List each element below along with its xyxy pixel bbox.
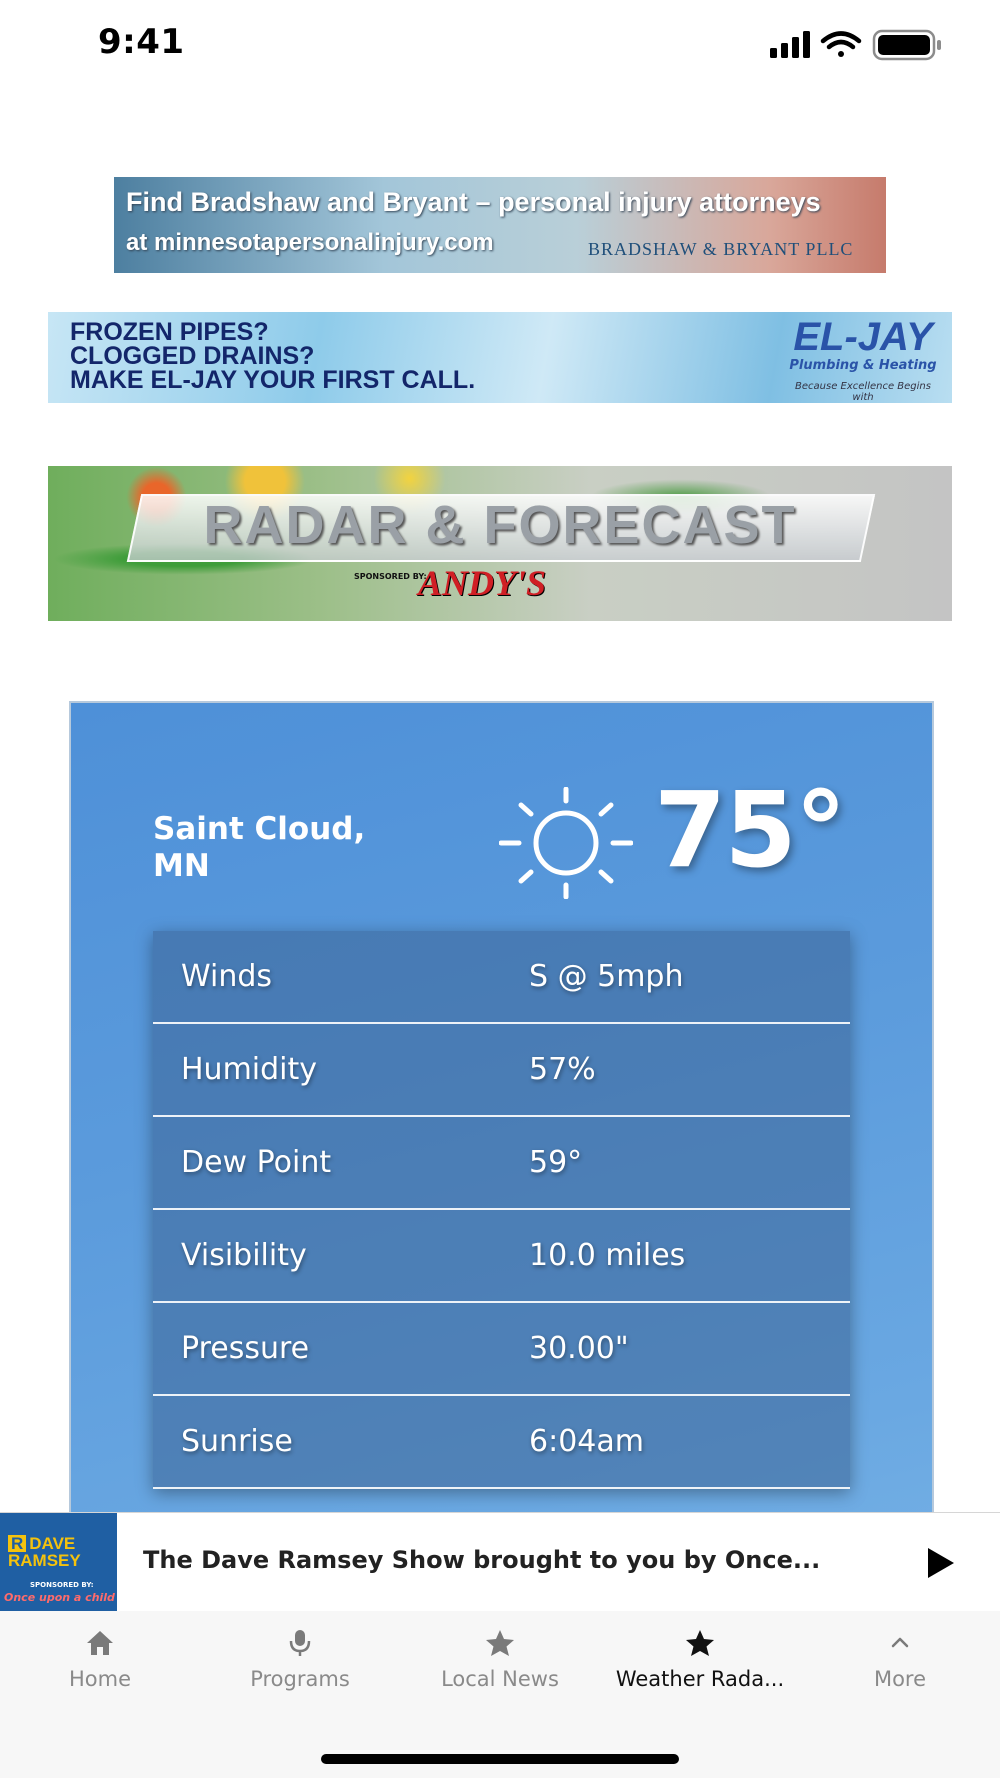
el-jay-logo-sub: Plumbing & Heating [789, 358, 937, 373]
star-icon [686, 1630, 714, 1656]
condition-row-dew-point: Dew Point 59° [153, 1117, 850, 1210]
tab-label: More [873, 1667, 927, 1691]
star-icon [486, 1630, 514, 1656]
tab-label: Weather Rada... [615, 1667, 785, 1691]
condition-row-humidity: Humidity 57% [153, 1024, 850, 1117]
home-indicator [321, 1754, 679, 1764]
condition-value: S @ 5mph [529, 959, 684, 994]
condition-row-visibility: Visibility 10.0 miles [153, 1210, 850, 1303]
microphone-icon [289, 1630, 311, 1656]
play-button[interactable] [920, 1543, 960, 1583]
conditions-table: Winds S @ 5mph Humidity 57% Dew Point 59… [153, 931, 850, 1489]
condition-row-pressure: Pressure 30.00" [153, 1303, 850, 1396]
chevron-up-icon [891, 1637, 909, 1648]
condition-value: 59° [529, 1145, 583, 1180]
weather-location: Saint Cloud, MN [153, 811, 366, 884]
tab-weather-radar[interactable]: Weather Rada... [600, 1629, 800, 1709]
radar-sponsor-label: SPONSORED BY: [354, 572, 427, 581]
condition-value: 30.00" [529, 1331, 629, 1366]
ad-brand-logo: BRADSHAW & BRYANT PLLC [588, 239, 854, 259]
condition-value: 57% [529, 1052, 596, 1087]
ad-url: at minnesotapersonalinjury.com [126, 229, 494, 256]
ad-line-1: FROZEN PIPES? [70, 318, 269, 346]
status-icons [770, 29, 941, 61]
play-icon [928, 1548, 954, 1578]
weather-temperature: 75° [654, 769, 847, 891]
tab-more[interactable]: More [800, 1629, 1000, 1709]
condition-value: 10.0 miles [529, 1238, 686, 1273]
ramsey-badge-icon: R [8, 1535, 27, 1552]
ad-line-2: CLOGGED DRAINS? [70, 342, 315, 370]
ad-line-3: MAKE EL-JAY YOUR FIRST CALL. [70, 366, 476, 394]
condition-label: Dew Point [181, 1145, 332, 1180]
radar-title: RADAR & FORECAST [203, 495, 797, 555]
ad-headline: Find Bradshaw and Bryant – personal inju… [126, 187, 821, 217]
condition-label: Humidity [181, 1052, 318, 1087]
now-playing-bar[interactable]: R DAVE RAMSEY SPONSORED BY: Once upon a c… [0, 1512, 1000, 1612]
sun-icon [499, 787, 633, 899]
now-playing-artwork: R DAVE RAMSEY SPONSORED BY: Once upon a c… [0, 1513, 117, 1611]
home-icon [87, 1631, 113, 1655]
ad-banner-el-jay[interactable]: FROZEN PIPES? CLOGGED DRAINS? MAKE EL-JA… [48, 312, 952, 403]
tab-programs[interactable]: Programs [200, 1629, 400, 1709]
now-playing-title[interactable]: The Dave Ramsey Show brought to you by O… [143, 1546, 863, 1574]
radar-sponsor-logo: ANDY'S [418, 563, 547, 603]
condition-label: Sunrise [181, 1424, 293, 1459]
condition-row-sunrise: Sunrise 6:04am [153, 1396, 850, 1489]
tab-local-news[interactable]: Local News [400, 1629, 600, 1709]
tab-home[interactable]: Home [0, 1629, 200, 1709]
ad-banner-bradshaw-bryant[interactable]: Find Bradshaw and Bryant – personal inju… [114, 177, 886, 273]
condition-label: Pressure [181, 1331, 310, 1366]
artwork-sponsor-brand: Once upon a child [4, 1591, 115, 1604]
el-jay-tagline: Because Excellence Begins with [795, 381, 931, 403]
tab-label: Programs [250, 1667, 350, 1691]
wifi-icon [820, 31, 862, 57]
tab-label: Local News [441, 1667, 559, 1691]
radar-forecast-banner[interactable]: RADAR & FORECAST SPONSORED BY: ANDY'S [48, 466, 952, 621]
cellular-signal-icon [770, 31, 810, 58]
battery-icon [872, 29, 941, 61]
condition-value: 6:04am [529, 1424, 644, 1459]
condition-row-winds: Winds S @ 5mph [153, 931, 850, 1024]
tab-label: Home [68, 1667, 131, 1691]
tab-bar: Home Programs Local News Weather Rada...… [0, 1611, 1000, 1778]
artwork-sponsor-label: SPONSORED BY: [30, 1581, 94, 1589]
el-jay-logo: EL-JAY Plumbing & Heating Because Excell… [783, 316, 943, 403]
condition-label: Visibility [181, 1238, 307, 1273]
condition-label: Winds [181, 959, 273, 994]
status-time: 9:41 [98, 22, 185, 62]
el-jay-logo-text: EL-JAY [793, 315, 933, 359]
